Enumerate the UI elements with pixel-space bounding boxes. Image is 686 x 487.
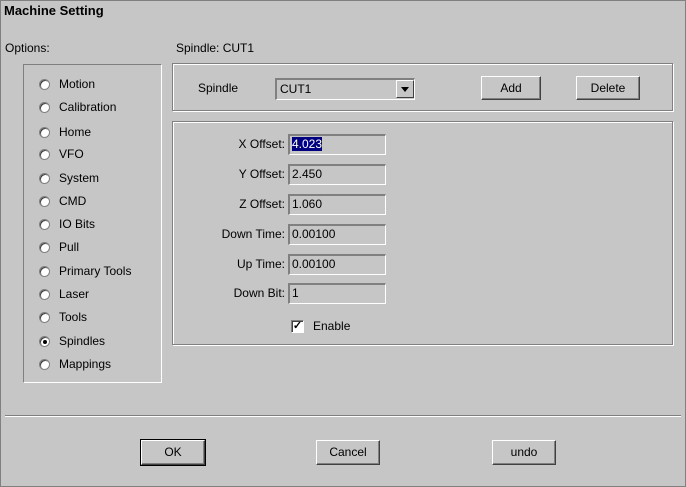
down-bit-field[interactable]: 1 <box>288 283 386 304</box>
radio-icon <box>39 218 50 230</box>
option-label: CMD <box>59 194 87 208</box>
radio-icon <box>39 358 50 370</box>
down-time-field[interactable]: 0.00100 <box>288 224 386 245</box>
footer-divider <box>5 415 681 417</box>
option-primary-tools[interactable]: Primary Tools <box>39 263 131 279</box>
options-label: Options: <box>5 41 50 55</box>
up-time-label: Up Time: <box>236 257 285 271</box>
add-button[interactable]: Add <box>481 76 541 100</box>
option-label: Calibration <box>59 100 117 114</box>
spindle-dropdown[interactable]: CUT1 <box>275 78 415 100</box>
option-mappings[interactable]: Mappings <box>39 356 111 372</box>
radio-icon <box>39 195 50 207</box>
x-offset-field[interactable]: 4.023 <box>288 134 386 155</box>
option-vfo[interactable]: VFO <box>39 146 84 162</box>
radio-icon <box>39 126 50 138</box>
spindle-label: Spindle <box>198 81 239 95</box>
option-spindles[interactable]: Spindles <box>39 333 105 349</box>
panel-heading: Spindle: CUT1 <box>176 41 255 55</box>
y-offset-field[interactable]: 2.450 <box>288 164 386 185</box>
radio-selected-icon <box>39 335 50 347</box>
option-label: IO Bits <box>59 217 96 231</box>
up-time-field[interactable]: 0.00100 <box>288 254 386 275</box>
radio-icon <box>39 311 50 323</box>
z-offset-field[interactable]: 1.060 <box>288 194 386 215</box>
cancel-button[interactable]: Cancel <box>316 440 380 465</box>
option-calibration[interactable]: Calibration <box>39 99 116 115</box>
window-title: Machine Setting <box>1 1 685 21</box>
option-label: Pull <box>59 240 80 254</box>
radio-icon <box>39 172 50 184</box>
down-time-label: Down Time: <box>221 227 285 241</box>
option-io-bits[interactable]: IO Bits <box>39 216 95 232</box>
option-laser[interactable]: Laser <box>39 286 89 302</box>
radio-icon <box>39 101 50 113</box>
ok-button[interactable]: OK <box>140 439 206 466</box>
spindle-dropdown-value: CUT1 <box>280 82 312 96</box>
option-cmd[interactable]: CMD <box>39 193 86 209</box>
option-home[interactable]: Home <box>39 124 91 140</box>
z-offset-label: Z Offset: <box>239 197 285 211</box>
machine-setting-window: Machine Setting Options: Motion Calibrat… <box>0 0 686 487</box>
x-offset-value: 4.023 <box>292 137 323 151</box>
option-label: Primary Tools <box>59 264 132 278</box>
option-label: VFO <box>59 147 84 161</box>
radio-icon <box>39 265 50 277</box>
option-tools[interactable]: Tools <box>39 309 87 325</box>
chevron-down-icon[interactable] <box>396 80 414 98</box>
delete-button[interactable]: Delete <box>576 76 640 100</box>
undo-button[interactable]: undo <box>492 440 556 465</box>
down-bit-label: Down Bit: <box>233 286 285 300</box>
option-label: Spindles <box>59 334 106 348</box>
radio-icon <box>39 241 50 253</box>
option-label: Laser <box>59 287 90 301</box>
option-label: Home <box>59 125 92 139</box>
radio-icon <box>39 78 50 90</box>
option-label: Motion <box>59 77 96 91</box>
radio-icon <box>39 288 50 300</box>
y-offset-label: Y Offset: <box>238 167 285 181</box>
option-pull[interactable]: Pull <box>39 239 79 255</box>
option-label: System <box>59 171 100 185</box>
x-offset-label: X Offset: <box>238 137 285 151</box>
radio-icon <box>39 148 50 160</box>
enable-checkbox[interactable]: ✓ <box>291 320 304 333</box>
option-motion[interactable]: Motion <box>39 76 95 92</box>
option-system[interactable]: System <box>39 170 99 186</box>
option-label: Tools <box>59 310 88 324</box>
option-label: Mappings <box>59 357 112 371</box>
enable-label: Enable <box>313 319 351 333</box>
